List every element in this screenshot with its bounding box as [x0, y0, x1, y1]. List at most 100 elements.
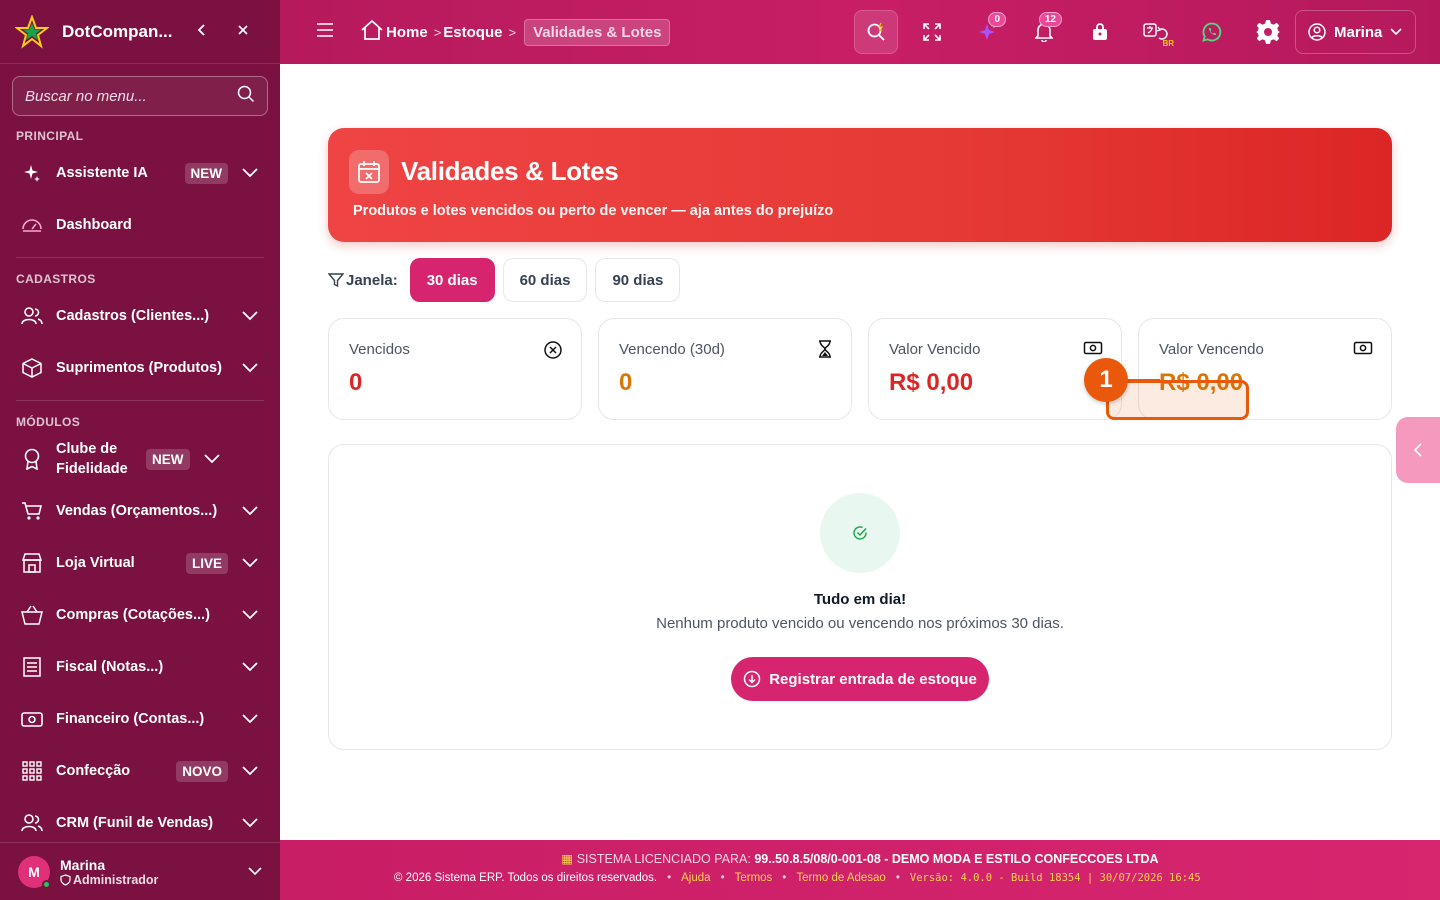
shield-icon: [60, 873, 71, 886]
sidebar-item-clube-fidelidade[interactable]: Clube de Fidelidade NEW: [0, 433, 280, 485]
sidebar-item-financeiro[interactable]: Financeiro (Contas...): [0, 693, 280, 745]
license-line: ▦ SISTEMA LICENCIADO PARA: 99..50.8.5/08…: [280, 851, 1440, 866]
user-circle-icon: [1308, 23, 1326, 41]
breadcrumb-separator: >: [433, 24, 442, 40]
notification-count-badge: 12: [1038, 12, 1062, 27]
copyright: © 2026 Sistema ERP. Todos os direitos re…: [394, 872, 658, 884]
main-content: Validades & Lotes Produtos e lotes venci…: [280, 64, 1440, 840]
sidebar-item-label: Cadastros (Clientes...): [56, 308, 210, 324]
brand-name: DotCompan...: [62, 21, 173, 41]
chevron-down-icon[interactable]: [240, 363, 260, 373]
ai-assistant-button[interactable]: 0: [966, 10, 1010, 54]
settings-button[interactable]: [1246, 10, 1290, 54]
sidebar-item-assistente-ia[interactable]: Assistente IA NEW: [0, 147, 280, 199]
sidebar-item-label: Clube de Fidelidade: [56, 441, 128, 477]
chevron-down-icon[interactable]: [240, 662, 260, 672]
chevron-down-icon[interactable]: [240, 766, 260, 776]
sidebar-item-dashboard[interactable]: Dashboard: [0, 199, 280, 251]
sidebar-item-fiscal[interactable]: Fiscal (Notas...): [0, 641, 280, 693]
filter-90-days[interactable]: 90 dias: [595, 258, 681, 302]
sidebar-item-confeccao[interactable]: Confecção NOVO: [0, 745, 280, 797]
annotation-connector: [1126, 379, 1160, 383]
register-stock-entry-button[interactable]: Registrar entrada de estoque: [731, 657, 989, 701]
home-icon[interactable]: [360, 19, 384, 45]
collapse-sidebar-icon[interactable]: [195, 21, 209, 42]
whatsapp-button[interactable]: [1190, 10, 1234, 54]
filter-label: Janela:: [328, 272, 398, 289]
breadcrumb-separator: >: [508, 24, 517, 40]
license-icon: ▦: [561, 852, 574, 866]
chevron-down-icon[interactable]: [240, 506, 260, 516]
annotation-highlight-box: [1106, 380, 1249, 420]
hourglass-icon: [817, 340, 833, 363]
chevron-down-icon[interactable]: [202, 454, 222, 464]
chevron-down-icon[interactable]: [240, 558, 260, 568]
chevron-down-icon[interactable]: [240, 168, 260, 178]
stat-card-valor-vencido: Valor Vencido R$ 0,00: [868, 318, 1122, 420]
money-icon: [20, 707, 44, 731]
users-icon: [20, 811, 44, 835]
avatar: M: [18, 855, 51, 889]
filter-30-days[interactable]: 30 dias: [409, 258, 495, 302]
cart-icon: [20, 499, 44, 523]
chevron-down-icon: [1390, 28, 1402, 36]
breadcrumb-estoque[interactable]: Estoque: [443, 24, 502, 41]
sidebar-item-label: Compras (Cotações...): [56, 607, 210, 623]
stat-card-vencidos: Vencidos 0: [328, 318, 582, 420]
sidebar-item-cadastros[interactable]: Cadastros (Clientes...): [0, 290, 280, 342]
menu-icon[interactable]: [316, 22, 334, 42]
stat-title: Vencendo (30d): [619, 341, 725, 358]
breadcrumb-home[interactable]: Home: [386, 24, 428, 41]
section-modulos: MÓDULOS: [16, 415, 81, 429]
notifications-button[interactable]: 12: [1022, 10, 1066, 54]
sidebar-item-loja-virtual[interactable]: Loja Virtual LIVE: [0, 537, 280, 589]
money-icon: [1353, 340, 1373, 361]
ai-count-badge: 0: [988, 12, 1006, 27]
chevron-down-icon[interactable]: [240, 311, 260, 321]
stat-value: 0: [349, 369, 363, 396]
fullscreen-button[interactable]: [910, 10, 954, 54]
search-icon[interactable]: [237, 85, 255, 108]
chevron-down-icon[interactable]: [240, 714, 260, 724]
side-panel-toggle[interactable]: [1396, 417, 1440, 483]
brand-bar: DotCompan...: [0, 0, 280, 64]
avatar-initial: M: [28, 863, 40, 880]
stat-title: Vencidos: [349, 341, 410, 358]
help-link[interactable]: Ajuda: [681, 872, 710, 884]
sparkles-icon: [20, 161, 44, 185]
sidebar-item-suprimentos[interactable]: Suprimentos (Produtos): [0, 342, 280, 394]
chevron-down-icon[interactable]: [240, 610, 260, 620]
user-menu-button[interactable]: Marina: [1295, 10, 1416, 54]
bag-button[interactable]: [1078, 10, 1122, 54]
sidebar-user-menu[interactable]: M Marina Administrador: [0, 842, 280, 900]
stat-value: R$ 0,00: [889, 369, 974, 396]
sidebar-item-compras[interactable]: Compras (Cotações...): [0, 589, 280, 641]
global-search-button[interactable]: [854, 10, 898, 54]
divider: [16, 257, 264, 258]
user-role-label: Administrador: [73, 872, 159, 887]
menu-search-input[interactable]: [25, 87, 237, 105]
filter-60-days[interactable]: 60 dias: [502, 258, 588, 302]
menu-search[interactable]: [12, 76, 268, 116]
calendar-x-icon: [349, 150, 389, 194]
close-icon[interactable]: [237, 23, 249, 41]
chevron-down-icon[interactable]: [248, 863, 262, 881]
shopping-bag-icon: [1093, 23, 1107, 40]
sidebar-item-label: Financeiro (Contas...): [56, 711, 205, 727]
users-icon: [20, 304, 44, 328]
top-header: Home > Estoque > Validades & Lotes 0 12 …: [280, 0, 1440, 64]
language-button[interactable]: BR: [1134, 10, 1178, 54]
license-label: SISTEMA LICENCIADO PARA:: [576, 852, 751, 866]
novo-badge: NOVO: [176, 760, 228, 782]
header-actions: 0 12 BR: [854, 0, 1302, 64]
sidebar-item-vendas[interactable]: Vendas (Orçamentos...): [0, 485, 280, 537]
terms-link[interactable]: Termos: [735, 872, 773, 884]
page-subtitle: Produtos e lotes vencidos ou perto de ve…: [353, 203, 834, 219]
adhesion-terms-link[interactable]: Termo de Adesao: [796, 872, 886, 884]
new-badge: NEW: [146, 448, 190, 470]
chevron-down-icon[interactable]: [240, 818, 260, 828]
sidebar-item-label: CRM (Funil de Vendas): [56, 815, 214, 831]
breadcrumb-current: Validades & Lotes: [524, 18, 671, 46]
register-stock-entry-label: Registrar entrada de estoque: [769, 670, 977, 688]
user-menu-name: Marina: [1334, 23, 1383, 41]
